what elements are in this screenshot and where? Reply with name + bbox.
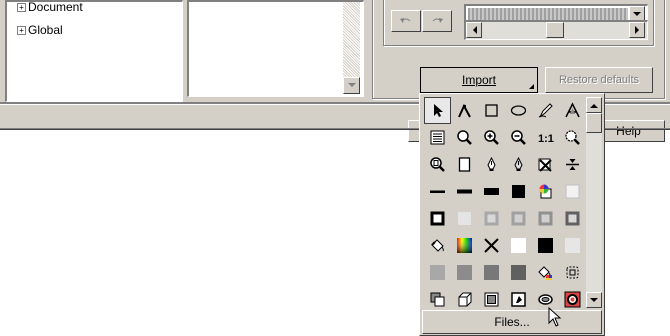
to-front-icon[interactable] [424,286,451,313]
icon-row [424,205,586,232]
pen-nib-alt-icon[interactable] [505,151,532,178]
import-label: Import [461,73,496,87]
icon-row [424,178,586,205]
scroll-down-button[interactable] [586,292,602,308]
undo-button[interactable] [391,10,421,32]
no-fill-cross-icon[interactable] [532,151,559,178]
gray-square-2-icon[interactable] [505,205,532,232]
light-square-icon[interactable] [559,178,586,205]
gray-square-outline-icon[interactable] [559,205,586,232]
distribute-vertical-icon[interactable] [559,151,586,178]
tree-item-global[interactable]: + Global [17,23,63,37]
chevron-right-icon [634,26,639,34]
dropdown-corner-icon [529,84,534,89]
gray-square-3-icon[interactable] [532,205,559,232]
chevron-up-icon [590,103,598,108]
document-lines-icon[interactable] [424,124,451,151]
red-circle-icon[interactable] [559,286,586,313]
frame-square-icon[interactable] [478,286,505,313]
icon-palette-popup[interactable]: 1:1 Files... [419,93,605,336]
line-medium-icon[interactable] [451,178,478,205]
line-thin-icon[interactable] [424,178,451,205]
zoom-to-fit-icon[interactable] [559,124,586,151]
restore-defaults-button[interactable]: Restore defaults [545,67,653,93]
scroll-right-button[interactable] [629,22,645,38]
tree-panel[interactable]: + Document + Global [5,0,183,102]
arrow-cursor-icon[interactable] [424,97,451,124]
cube-3d-icon[interactable] [451,286,478,313]
color-wheel-icon[interactable] [532,178,559,205]
undo-icon [400,18,411,23]
zoom-out-icon[interactable] [505,124,532,151]
tree-item-document[interactable]: + Document [17,0,83,14]
list-panel[interactable] [187,0,364,97]
black-square-icon[interactable] [505,178,532,205]
redo-icon [432,18,443,23]
pen-nib-icon[interactable] [478,151,505,178]
cross-x-icon[interactable] [478,232,505,259]
color-gradient-icon[interactable] [451,232,478,259]
mouse-cursor-icon [548,307,562,327]
light-gray-square-icon[interactable] [559,232,586,259]
line-thick-icon[interactable] [478,178,505,205]
gray-swatch-3-icon[interactable] [478,259,505,286]
scroll-up-button[interactable] [586,97,602,113]
list-scrollbar[interactable] [343,2,360,94]
tree-item-label: Global [28,23,63,37]
gray-square-light-icon[interactable] [451,205,478,232]
scroll-down-button[interactable] [343,77,360,94]
chevron-down-icon [633,11,641,16]
redo-button[interactable] [422,10,452,32]
files-label: Files... [494,315,530,329]
gray-square-icon[interactable] [478,205,505,232]
chevron-down-icon [590,297,598,302]
blank-page-icon[interactable] [451,151,478,178]
zoom-page-icon[interactable] [424,151,451,178]
slider-thumb[interactable] [546,22,564,38]
gray-swatch-1-icon[interactable] [424,259,451,286]
paint-bucket-icon[interactable] [424,232,451,259]
ellipse-tool-icon[interactable] [505,97,532,124]
black-square-2-icon[interactable] [532,232,559,259]
expand-icon[interactable]: + [17,3,26,13]
icon-row [424,151,586,178]
page-edit-icon[interactable] [505,286,532,313]
icon-row [424,259,586,286]
palette-scrollbar[interactable] [586,97,602,308]
rectangle-tool-icon[interactable] [478,97,505,124]
icon-row [424,232,586,259]
chevron-down-icon [347,83,356,87]
outline-square-icon[interactable] [424,205,451,232]
icon-grid: 1:1 [424,97,586,313]
import-button[interactable]: Import [420,67,538,93]
horizontal-slider[interactable] [464,20,648,40]
scroll-left-button[interactable] [466,22,482,38]
zoom-in-icon[interactable] [478,124,505,151]
icon-row: 1:1 [424,124,586,151]
tree-item-label: Document [28,0,83,14]
zoom-1-to-1-icon[interactable]: 1:1 [532,124,559,151]
object-frame-icon[interactable] [559,259,586,286]
white-square-icon[interactable] [505,232,532,259]
paint-bucket-color-icon[interactable] [532,259,559,286]
chevron-left-icon [472,26,477,34]
files-button[interactable]: Files... [422,310,602,334]
gray-swatch-4-icon[interactable] [505,259,532,286]
node-edit-tool-icon[interactable] [451,97,478,124]
icon-row [424,97,586,124]
freehand-pen-tool-icon[interactable] [532,97,559,124]
gray-swatch-2-icon[interactable] [451,259,478,286]
zoom-tool-icon[interactable] [451,124,478,151]
svg-text:1:1: 1:1 [538,133,554,145]
pattern-preview [468,8,628,20]
expand-icon[interactable]: + [17,26,26,36]
text-tool-icon[interactable] [559,97,586,124]
scroll-thumb[interactable] [586,113,602,133]
